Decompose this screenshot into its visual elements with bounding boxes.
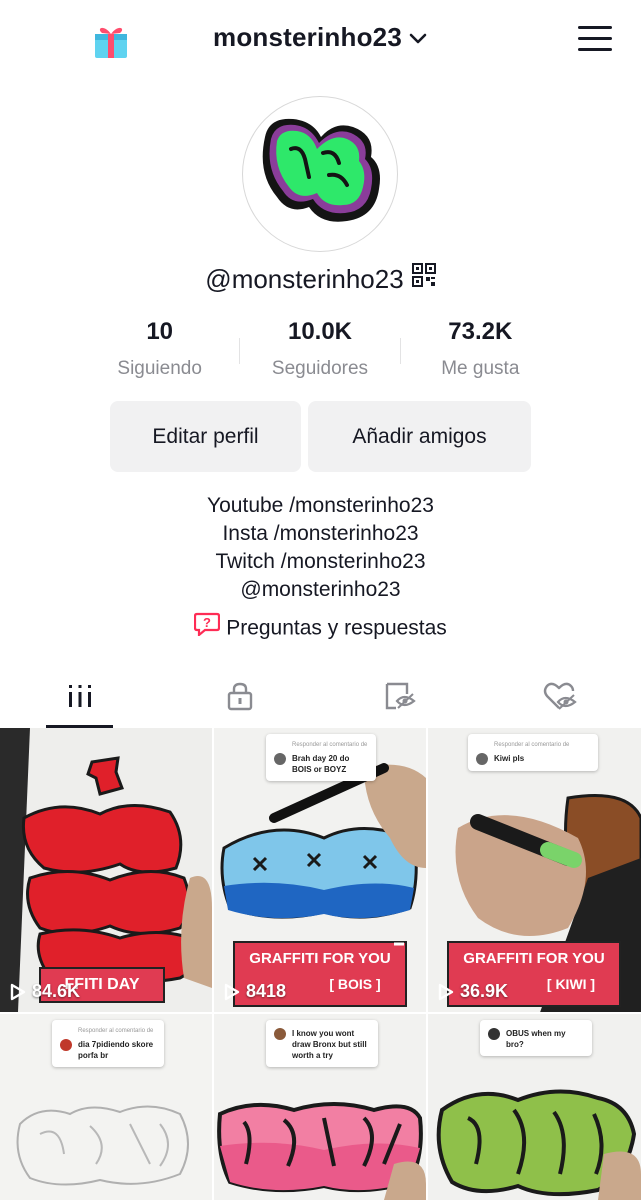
following-count: 10 [146,318,174,345]
tab-private[interactable] [160,668,320,728]
tab-reposts[interactable] [320,668,480,728]
video-thumbnail[interactable]: Responder al comentario de dia 7pidiendo… [0,1014,212,1200]
add-friends-button[interactable]: Añadir amigos [308,401,531,472]
play-icon [224,983,240,1000]
private-lock-icon [226,681,254,716]
hamburger-menu-icon[interactable] [578,26,612,52]
videos-grid-icon [67,683,93,714]
stat-followers[interactable]: 10.0K Seguidores [240,316,399,386]
profile-username-switcher[interactable]: monsterinho23 [0,22,641,53]
questions-answers-link[interactable]: ? Preguntas y respuestas [0,612,641,642]
commenter-avatar [488,1028,500,1040]
profile-bio: Youtube /monsterinho23 Insta /monsterinh… [0,492,641,604]
reposts-eye-icon [384,681,416,716]
liked-heart-icon [543,681,577,716]
comment-reply-card: OBUS when my bro? [480,1020,592,1056]
bio-line-youtube: Youtube /monsterinho23 [207,494,434,517]
video-banner-title: GRAFFITI FOR YOU [463,950,605,967]
edit-profile-button[interactable]: Editar perfil [110,401,301,472]
bio-line-handle: @monsterinho23 [240,578,401,601]
username-label: monsterinho23 [213,22,402,52]
commenter-avatar [476,753,488,765]
play-icon [438,983,454,1000]
video-thumbnail[interactable]: FFITI DAY 84.6K [0,728,212,1012]
play-icon [10,983,26,1000]
followers-count: 10.0K [287,318,353,345]
video-banner-title: GRAFFITI FOR YOU [249,950,391,967]
video-play-count: 36.9K [438,981,508,1002]
tab-liked[interactable] [480,668,640,728]
bio-line-twitch: Twitch /monsterinho23 [215,550,426,573]
video-thumbnail[interactable]: I know you wont draw Bronx but still wor… [214,1014,426,1200]
video-banner-subtitle: [ BOIS ] [329,976,381,992]
profile-handle: @monsterinho23 [205,264,404,294]
profile-stats: 10 Siguiendo 10.0K Seguidores 73.2K Me g… [80,316,560,386]
video-grid: FFITI DAY 84.6K Responder al comentario … [0,728,641,1200]
commenter-avatar [60,1039,72,1051]
bio-line-insta: Insta /monsterinho23 [222,522,419,545]
question-bubble-icon: ? [194,612,221,642]
profile-handle-row: @monsterinho23 [0,262,641,295]
chevron-down-icon [408,22,428,53]
video-thumbnail[interactable]: Responder al comentario de Kiwi pls GRAF… [428,728,641,1012]
followers-label: Seguidores [271,358,369,379]
qr-code-icon[interactable] [411,262,436,294]
commenter-avatar [274,1028,286,1040]
comment-reply-card: Responder al comentario de Kiwi pls [468,734,598,771]
comment-reply-card: Responder al comentario de Brah day 20 d… [266,734,376,781]
qa-label: Preguntas y respuestas [226,616,447,640]
video-play-count: 8418 [224,981,286,1002]
comment-reply-card: I know you wont draw Bronx but still wor… [266,1020,378,1067]
tab-videos[interactable] [0,668,160,728]
video-thumbnail[interactable]: Responder al comentario de Brah day 20 d… [214,728,426,1012]
video-play-count: 84.6K [10,981,80,1002]
commenter-avatar [274,753,286,765]
likes-count: 73.2K [448,318,513,345]
stat-likes[interactable]: 73.2K Me gusta [401,316,560,386]
comment-reply-card: Responder al comentario de dia 7pidiendo… [52,1020,164,1067]
video-banner-subtitle: [ KIWI ] [546,976,596,992]
svg-text:?: ? [203,615,211,630]
stat-following[interactable]: 10 Siguiendo [80,316,239,386]
top-bar: monsterinho23 [0,0,641,80]
likes-label: Me gusta [441,358,520,379]
following-label: Siguiendo [117,358,202,379]
avatar[interactable] [242,96,398,252]
profile-content-tabs [0,668,641,728]
video-thumbnail[interactable]: OBUS when my bro? [428,1014,641,1200]
